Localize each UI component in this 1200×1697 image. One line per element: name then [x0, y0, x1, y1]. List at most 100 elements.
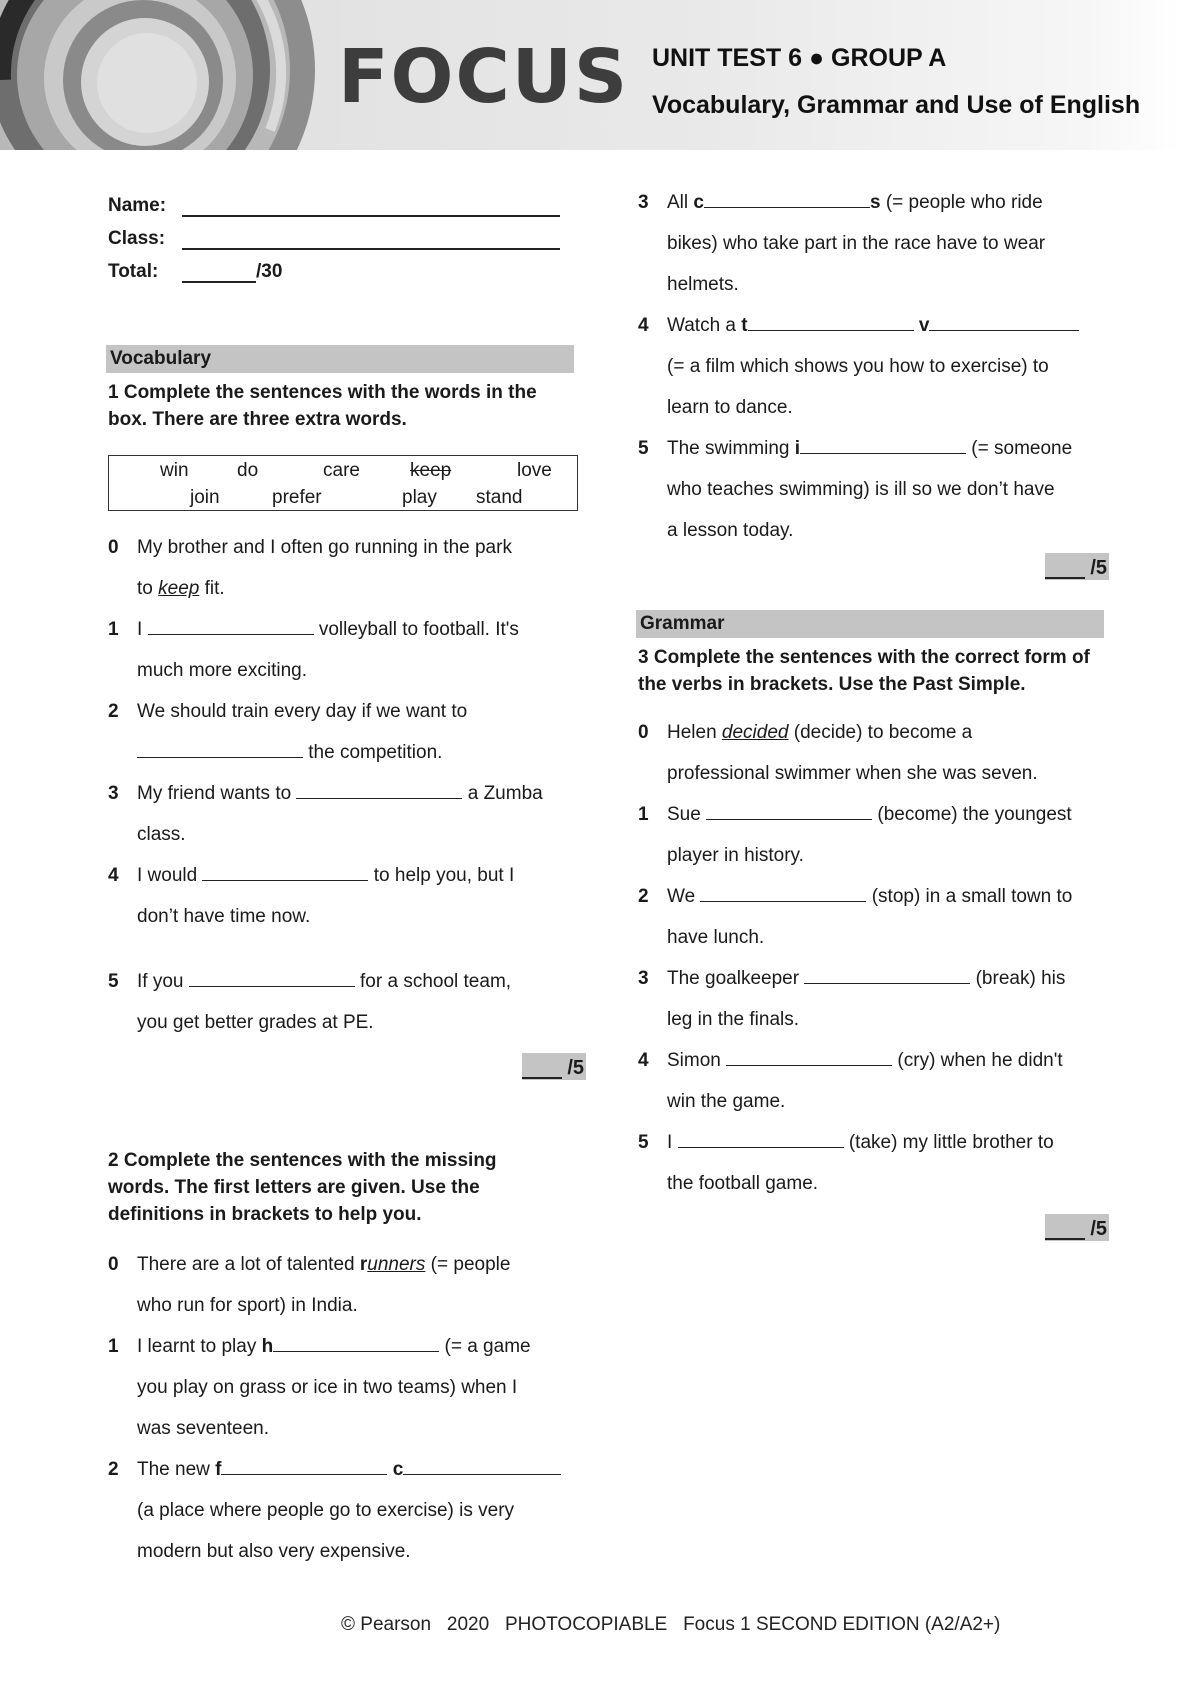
- exercise-2-item-2: 2 The new f c (a place where people go t…: [108, 1449, 578, 1572]
- item-number: 1: [108, 1336, 119, 1357]
- item-text: I would: [137, 865, 203, 886]
- copyright-footer: © Pearson 2020 PHOTOCOPIABLE Focus 1 SEC…: [341, 1614, 1001, 1635]
- answer-blank[interactable]: [188, 968, 355, 987]
- answer-blank[interactable]: [147, 616, 314, 635]
- score-box[interactable]: /5: [1045, 1214, 1109, 1241]
- word-box-word: prefer: [272, 487, 322, 508]
- item-number: 4: [638, 1050, 649, 1071]
- item-text: the football game.: [667, 1173, 819, 1194]
- score-box[interactable]: /5: [522, 1053, 586, 1080]
- word-box-word: do: [237, 460, 259, 481]
- item-text: (= people who ride: [880, 192, 1043, 213]
- item-number: 2: [638, 886, 649, 907]
- exercise-1-items: 0 My brother and I often go running in t…: [108, 527, 578, 1043]
- item-text: My brother and I often go running in the…: [137, 537, 512, 558]
- item-text: modern but also very expensive.: [137, 1541, 411, 1562]
- item-text: All: [667, 192, 694, 213]
- total-input-line[interactable]: [182, 261, 256, 283]
- word-box-word-crossed: keep: [410, 460, 452, 481]
- item-text: bikes) who take part in the race have to…: [667, 233, 1046, 254]
- item-text: win the game.: [667, 1091, 786, 1112]
- item-number: 5: [638, 438, 649, 459]
- item-text: player in history.: [667, 845, 804, 866]
- answer-blank[interactable]: [726, 1047, 893, 1066]
- exercise-2-score: /5: [638, 553, 1109, 580]
- focus-swirl-graphic: [0, 0, 315, 150]
- word-box-word: love: [517, 460, 552, 481]
- score-max: /5: [567, 1057, 584, 1079]
- item-text: The new: [137, 1459, 216, 1480]
- student-info: Name: Class: Total: /30: [108, 184, 578, 283]
- answer-blank[interactable]: [221, 1456, 388, 1475]
- item-text: The goalkeeper: [667, 968, 805, 989]
- answer-blank[interactable]: [137, 739, 303, 758]
- item-text: for a school team,: [354, 971, 512, 992]
- score-max: /5: [1090, 1218, 1107, 1240]
- item-text: a Zumba: [462, 783, 543, 804]
- score-box[interactable]: /5: [1045, 553, 1109, 580]
- item-text: much more exciting.: [137, 660, 308, 681]
- answer-blank[interactable]: [703, 189, 870, 208]
- item-number: 1: [108, 619, 119, 640]
- item-text: Sue: [667, 804, 707, 825]
- item-text: (a place where people go to exercise) is…: [137, 1500, 515, 1521]
- exercise-3-item-4: 4 Simon (cry) when he didn't win the gam…: [638, 1040, 1108, 1122]
- item-text: (= a game: [439, 1336, 531, 1357]
- item-number: 4: [108, 865, 119, 886]
- answer-blank[interactable]: [706, 801, 873, 820]
- exercise-3-item-2: 2 We (stop) in a small town to have lunc…: [638, 876, 1108, 958]
- item-text: (= a film which shows you how to exercis…: [667, 356, 1049, 377]
- focus-logo: FOCUS: [338, 34, 630, 120]
- exercise-1-item-0: 0 My brother and I often go running in t…: [108, 527, 578, 609]
- class-input-line[interactable]: [182, 228, 560, 250]
- item-text: was seventeen.: [137, 1418, 270, 1439]
- left-column: Name: Class: Total: /30 Vocabulary 1 Com…: [106, 184, 586, 1572]
- answer-blank[interactable]: [800, 435, 967, 454]
- item-number: 2: [108, 1459, 119, 1480]
- exercise-1-item-2: 2 We should train every day if we want t…: [108, 691, 578, 773]
- item-text: learn to dance.: [667, 397, 793, 418]
- exercise-3-score: /5: [638, 1214, 1109, 1241]
- item-text: you get better grades at PE.: [137, 1012, 374, 1033]
- exercise-3-item-0: 0 Helen decided (decide) to become a pro…: [638, 712, 1108, 794]
- item-text: (= someone: [966, 438, 1073, 459]
- exercise-2-item-4: 4 Watch a t v (= a film which shows you …: [638, 305, 1108, 428]
- answer-blank[interactable]: [747, 312, 914, 331]
- exercise-3-instruction: 3 Complete the sentences with the correc…: [638, 647, 1090, 695]
- exercise-3-item-5: 5 I (take) my little brother to the foot…: [638, 1122, 1108, 1204]
- word-box-word: care: [323, 460, 360, 481]
- total-field-row: Total: /30: [108, 250, 578, 283]
- item-text: (stop) in a small town to: [866, 886, 1073, 907]
- item-text: to: [137, 578, 159, 599]
- answer-blank[interactable]: [804, 965, 971, 984]
- item-text: leg in the finals.: [667, 1009, 800, 1030]
- answer-blank[interactable]: [929, 312, 1080, 331]
- score-max: /5: [1090, 557, 1107, 579]
- item-text: Watch a: [667, 315, 742, 336]
- exercise-3-item-3: 3 The goalkeeper (break) his leg in the …: [638, 958, 1108, 1040]
- answer-blank[interactable]: [403, 1456, 562, 1475]
- item-text: Simon: [667, 1050, 727, 1071]
- unit-title: UNIT TEST 6 ● GROUP A: [652, 44, 947, 72]
- item-text: fit.: [199, 578, 225, 599]
- first-letter: v: [918, 315, 930, 336]
- answer-blank[interactable]: [700, 883, 867, 902]
- answer-blank[interactable]: [296, 780, 463, 799]
- total-max: /30: [256, 261, 283, 282]
- item-text: The swimming: [667, 438, 795, 459]
- name-input-line[interactable]: [182, 195, 560, 217]
- answer-blank[interactable]: [677, 1129, 844, 1148]
- exercise-1-score: /5: [108, 1053, 586, 1080]
- item-text: I: [137, 619, 148, 640]
- exercise-3-item-1: 1 Sue (become) the youngest player in hi…: [638, 794, 1108, 876]
- item-number: 0: [108, 537, 119, 558]
- word-box-word: join: [190, 487, 220, 508]
- item-text: you play on grass or ice in two teams) w…: [137, 1377, 518, 1398]
- section-header-grammar: Grammar: [636, 610, 1104, 638]
- answer-blank[interactable]: [202, 862, 369, 881]
- item-text: have lunch.: [667, 927, 765, 948]
- answer-blank[interactable]: [273, 1333, 440, 1352]
- exercise-2-item-1: 1 I learnt to play h (= a game you play …: [108, 1326, 578, 1449]
- unit-subtitle: Vocabulary, Grammar and Use of English: [652, 91, 1141, 119]
- item-text: I: [667, 1132, 678, 1153]
